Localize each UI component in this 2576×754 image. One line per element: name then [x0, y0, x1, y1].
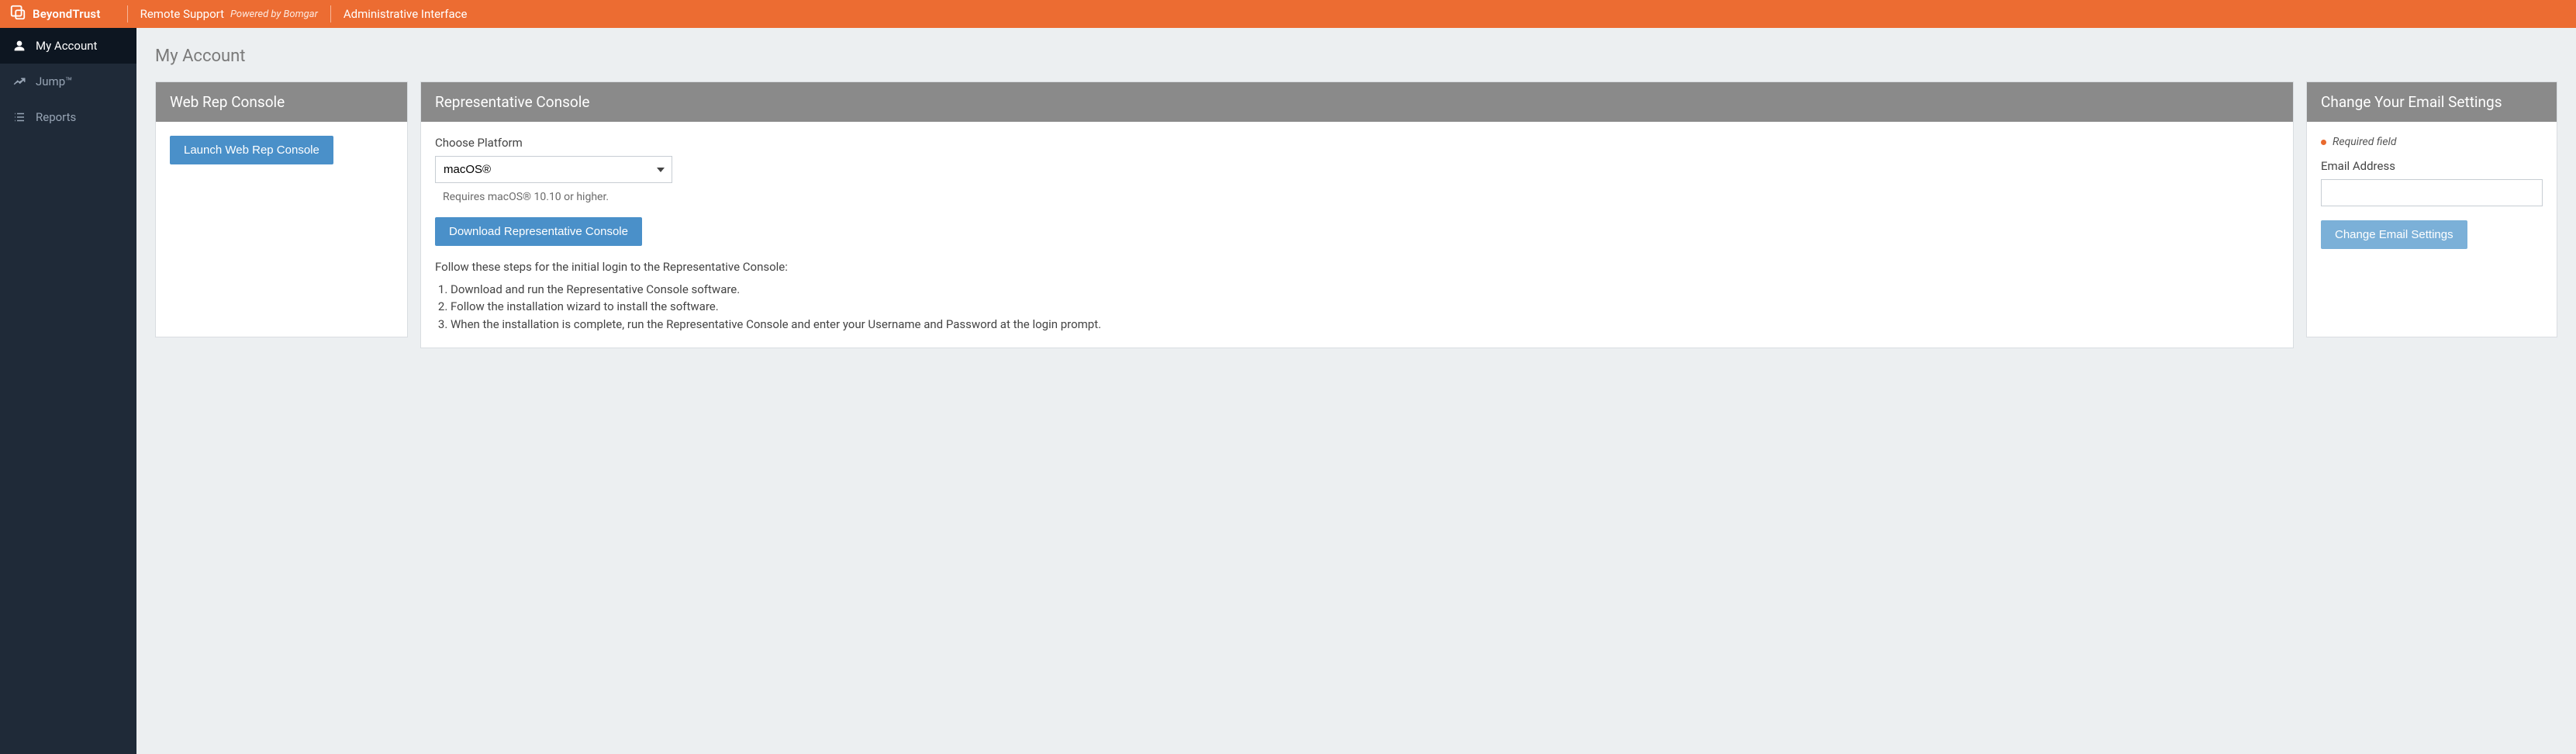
list-item: Download and run the Representative Cons… [451, 282, 2279, 297]
page-title: My Account [155, 47, 2557, 66]
download-representative-console-button[interactable]: Download Representative Console [435, 217, 642, 246]
platform-requirement: Requires macOS® 10.10 or higher. [443, 191, 2279, 203]
list-item: Follow the installation wizard to instal… [451, 299, 2279, 314]
card-representative-console: Representative Console Choose Platform R… [420, 81, 2294, 348]
steps-list: Download and run the Representative Cons… [451, 282, 2279, 332]
card-header: Web Rep Console [156, 82, 407, 122]
brand: BeyondTrust [9, 4, 115, 24]
sidebar-item-my-account[interactable]: My Account [0, 28, 136, 64]
sidebar-item-reports[interactable]: Reports [0, 99, 136, 135]
required-dot-icon [2321, 140, 2326, 145]
email-address-input[interactable] [2321, 179, 2543, 206]
sidebar-item-label: Reports [36, 110, 76, 124]
user-icon [12, 39, 26, 53]
steps-intro: Follow these steps for the initial login… [435, 260, 2279, 274]
card-header: Representative Console [421, 82, 2293, 122]
divider [127, 5, 128, 22]
divider [330, 5, 331, 22]
topbar: BeyondTrust Remote Support Powered by Bo… [0, 0, 2576, 28]
change-email-settings-button[interactable]: Change Email Settings [2321, 220, 2467, 249]
sidebar-item-label: My Account [36, 39, 97, 53]
topbar-powered-by: Powered by Bomgar [230, 9, 318, 20]
card-web-rep-console: Web Rep Console Launch Web Rep Console [155, 81, 408, 337]
required-field-label: Required field [2333, 136, 2397, 148]
trend-icon [12, 74, 26, 88]
topbar-product[interactable]: Remote Support Powered by Bomgar [140, 7, 318, 21]
cards-row: Web Rep Console Launch Web Rep Console R… [155, 81, 2557, 348]
platform-select[interactable] [435, 156, 672, 183]
content: My Account Web Rep Console Launch Web Re… [136, 28, 2576, 754]
list-icon [12, 110, 26, 124]
topbar-product-label: Remote Support [140, 7, 224, 21]
email-address-label: Email Address [2321, 159, 2543, 173]
list-item: When the installation is complete, run t… [451, 316, 2279, 332]
sidebar: My Account Jump™ Reports [0, 28, 136, 754]
card-header: Change Your Email Settings [2307, 82, 2557, 122]
choose-platform-label: Choose Platform [435, 136, 2279, 150]
card-email-settings: Change Your Email Settings Required fiel… [2306, 81, 2557, 337]
topbar-section-label: Administrative Interface [344, 7, 468, 21]
required-field-indicator: Required field [2321, 136, 2543, 148]
brand-logo-icon [9, 4, 26, 24]
sidebar-item-jump[interactable]: Jump™ [0, 64, 136, 99]
sidebar-item-label: Jump™ [36, 74, 73, 88]
brand-name: BeyondTrust [33, 7, 101, 21]
launch-web-rep-console-button[interactable]: Launch Web Rep Console [170, 136, 333, 164]
topbar-section[interactable]: Administrative Interface [344, 7, 468, 21]
